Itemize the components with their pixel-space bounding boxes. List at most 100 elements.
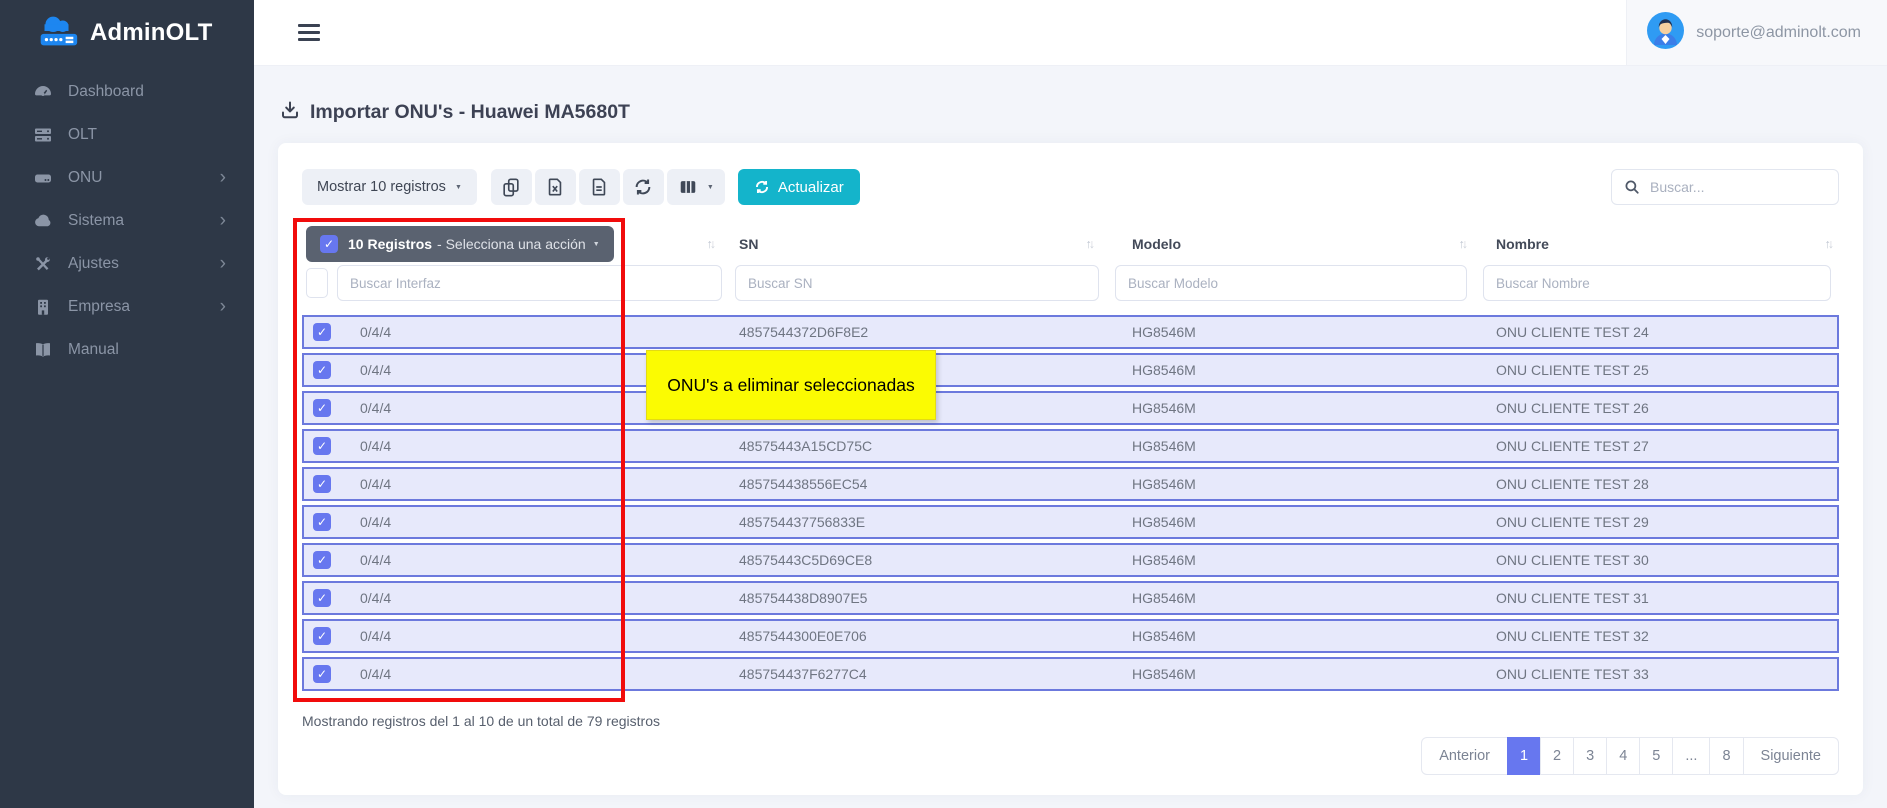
table-row[interactable]: ✓ 0/4/4 48575443A15CD75C HG8546M ONU CLI…: [302, 429, 1839, 463]
excel-export-button[interactable]: [535, 169, 576, 205]
bulk-action-dropdown[interactable]: ✓ 10 Registros - Selecciona una acción ▼: [306, 226, 614, 262]
table-row[interactable]: ✓ 0/4/4 485754438556EC54 HG8546M ONU CLI…: [302, 467, 1839, 501]
sort-modelo-icon[interactable]: ↑↓: [1459, 237, 1466, 251]
column-visibility-button[interactable]: ▼: [667, 169, 725, 205]
cell-nombre: ONU CLIENTE TEST 32: [1477, 628, 1837, 644]
pagination-next[interactable]: Siguiente: [1743, 737, 1839, 775]
pagination-ellipsis: ...: [1672, 737, 1710, 775]
row-checkbox[interactable]: ✓: [313, 627, 331, 645]
pagination-page-2[interactable]: 2: [1540, 737, 1574, 775]
brand-logo[interactable]: AdminOLT: [0, 0, 254, 66]
sidebar-item-dashboard[interactable]: Dashboard: [0, 70, 254, 113]
app-window: AdminOLT Dashboard OLT ONU ›: [0, 0, 1887, 808]
sort-interfaz-icon[interactable]: ↑↓: [707, 237, 714, 251]
table-row[interactable]: ✓ 0/4/4 485754438D8907E5 HG8546M ONU CLI…: [302, 581, 1839, 615]
cell-interfaz: 0/4/4: [338, 514, 729, 530]
sidebar-item-ajustes[interactable]: Ajustes ›: [0, 242, 254, 285]
cell-nombre: ONU CLIENTE TEST 31: [1477, 590, 1837, 606]
filter-sn-input[interactable]: [735, 265, 1099, 301]
table-row[interactable]: ✓ 0/4/4 4857544300E0E706 HG8546M ONU CLI…: [302, 619, 1839, 653]
table-row[interactable]: ✓ 0/4/4 4857544372D6F8E2 HG8546M ONU CLI…: [302, 315, 1839, 349]
table-row[interactable]: ✓ 0/4/4 48575443C5D69CE8 HG8546M ONU CLI…: [302, 543, 1839, 577]
cell-nombre: ONU CLIENTE TEST 33: [1477, 666, 1837, 682]
caret-down-icon: ▼: [455, 184, 462, 191]
reload-table-button[interactable]: [623, 169, 664, 205]
page-content: Importar ONU's - Huawei MA5680T Mostrar …: [254, 66, 1887, 808]
sidebar-item-onu[interactable]: ONU ›: [0, 156, 254, 199]
file-export-button[interactable]: [579, 169, 620, 205]
actualizar-label: Actualizar: [778, 179, 844, 196]
filter-nombre-input[interactable]: [1483, 265, 1831, 301]
bulk-action-label: - Selecciona una acción: [437, 236, 586, 252]
cell-sn: 4857544300E0E706: [729, 628, 1109, 644]
chevron-right-icon: ›: [220, 168, 226, 187]
sidebar-item-label: ONU: [68, 169, 102, 187]
sidebar-item-manual[interactable]: Manual: [0, 328, 254, 371]
cell-modelo: HG8546M: [1109, 438, 1477, 454]
user-menu[interactable]: soporte@adminolt.com: [1626, 0, 1887, 65]
cell-modelo: HG8546M: [1109, 362, 1477, 378]
sort-nombre-icon[interactable]: ↑↓: [1825, 237, 1832, 251]
sort-sn-icon[interactable]: ↑↓: [1086, 237, 1093, 251]
select-filter-box[interactable]: [306, 268, 328, 298]
pagination-page-4[interactable]: 4: [1606, 737, 1640, 775]
file-export-icon: [589, 177, 609, 197]
menu-toggle-icon[interactable]: [298, 24, 320, 41]
column-header-sn[interactable]: SN: [739, 236, 758, 252]
row-checkbox[interactable]: ✓: [313, 475, 331, 493]
pagination-page-1[interactable]: 1: [1507, 737, 1541, 775]
table-row[interactable]: ✓ 0/4/4 485754437756833E HG8546M ONU CLI…: [302, 505, 1839, 539]
table-row[interactable]: ✓ 0/4/4 HG8546M ONU CLIENTE TEST 25: [302, 353, 1839, 387]
row-checkbox[interactable]: ✓: [313, 399, 331, 417]
pagination-page-8[interactable]: 8: [1709, 737, 1743, 775]
cell-modelo: HG8546M: [1109, 514, 1477, 530]
records-summary: Mostrando registros del 1 al 10 de un to…: [302, 713, 1839, 729]
table-row[interactable]: ✓ 0/4/4 HG8546M ONU CLIENTE TEST 26: [302, 391, 1839, 425]
row-checkbox[interactable]: ✓: [313, 665, 331, 683]
sidebar-item-empresa[interactable]: Empresa ›: [0, 285, 254, 328]
row-checkbox[interactable]: ✓: [313, 551, 331, 569]
row-checkbox[interactable]: ✓: [313, 437, 331, 455]
cell-modelo: HG8546M: [1109, 400, 1477, 416]
row-checkbox[interactable]: ✓: [313, 361, 331, 379]
column-header-modelo[interactable]: Modelo: [1132, 236, 1181, 252]
cell-modelo: HG8546M: [1109, 666, 1477, 682]
cell-modelo: HG8546M: [1109, 476, 1477, 492]
cloud-icon: [32, 211, 53, 231]
building-icon: [32, 297, 53, 317]
sidebar-item-label: Sistema: [68, 212, 124, 230]
topbar: soporte@adminolt.com: [254, 0, 1887, 66]
sidebar-nav: Dashboard OLT ONU › Sistema ›: [0, 66, 254, 371]
sidebar-item-sistema[interactable]: Sistema ›: [0, 199, 254, 242]
cell-interfaz: 0/4/4: [338, 438, 729, 454]
table-row[interactable]: ✓ 0/4/4 485754437F6277C4 HG8546M ONU CLI…: [302, 657, 1839, 691]
select-all-checkbox[interactable]: ✓: [320, 235, 338, 253]
sidebar-item-label: Manual: [68, 341, 119, 359]
row-checkbox[interactable]: ✓: [313, 589, 331, 607]
cell-modelo: HG8546M: [1109, 552, 1477, 568]
columns-visibility-icon: [678, 177, 698, 197]
chevron-right-icon: ›: [220, 254, 226, 273]
actualizar-button[interactable]: Actualizar: [738, 169, 860, 205]
cell-nombre: ONU CLIENTE TEST 30: [1477, 552, 1837, 568]
dashboard-icon: [32, 82, 53, 102]
pagination-previous[interactable]: Anterior: [1421, 737, 1508, 775]
copy-icon: [501, 177, 521, 197]
copy-button[interactable]: [491, 169, 532, 205]
cell-interfaz: 0/4/4: [338, 552, 729, 568]
refresh-icon: [633, 177, 653, 197]
caret-down-icon: ▼: [707, 184, 714, 191]
cell-modelo: HG8546M: [1109, 590, 1477, 606]
search-input[interactable]: [1650, 179, 1838, 195]
pagination-page-5[interactable]: 5: [1639, 737, 1673, 775]
sidebar-item-olt[interactable]: OLT: [0, 113, 254, 156]
column-header-nombre[interactable]: Nombre: [1496, 236, 1549, 252]
pagination-page-3[interactable]: 3: [1573, 737, 1607, 775]
row-checkbox[interactable]: ✓: [313, 323, 331, 341]
row-checkbox[interactable]: ✓: [313, 513, 331, 531]
cell-nombre: ONU CLIENTE TEST 24: [1477, 324, 1837, 340]
show-entries-dropdown[interactable]: Mostrar 10 registros ▼: [302, 169, 477, 205]
filter-interfaz-input[interactable]: [337, 265, 722, 301]
filter-modelo-input[interactable]: [1115, 265, 1467, 301]
chevron-right-icon: ›: [220, 297, 226, 316]
